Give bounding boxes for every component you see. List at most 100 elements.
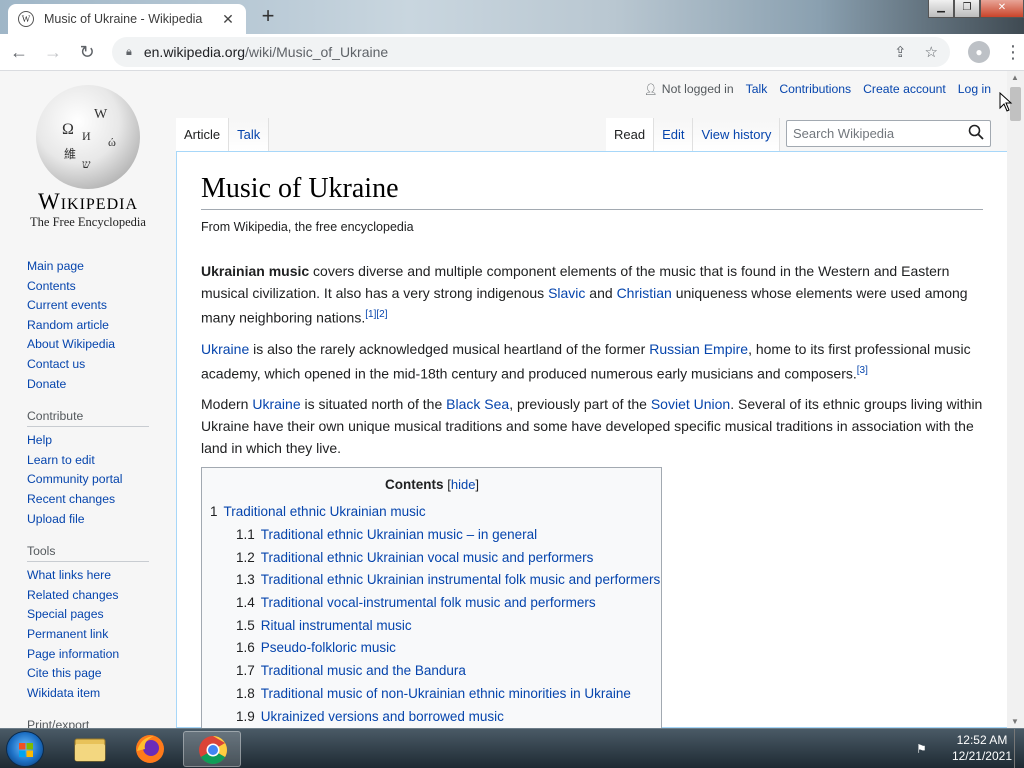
toc-item[interactable]: 1.1 Traditional ethnic Ukrainian music – … bbox=[210, 524, 654, 547]
link-russian-empire[interactable]: Russian Empire bbox=[649, 341, 748, 357]
tab-edit[interactable]: Edit bbox=[654, 118, 694, 151]
toc-link[interactable]: Traditional music of non-Ukrainian ethni… bbox=[261, 686, 631, 701]
toc-item[interactable]: 1.3 Traditional ethnic Ukrainian instrume… bbox=[210, 569, 660, 592]
sidebar-item-upload-file[interactable]: Upload file bbox=[27, 510, 152, 530]
clock-time: 12:52 AM bbox=[956, 733, 1008, 747]
sidebar-item-help[interactable]: Help bbox=[27, 431, 152, 451]
scroll-down-arrow-icon[interactable]: ▼ bbox=[1011, 717, 1019, 726]
toc-item[interactable]: 1.6 Pseudo-folkloric music bbox=[210, 637, 654, 660]
user-icon: 👤︎ bbox=[643, 84, 658, 96]
log-in-link[interactable]: Log in bbox=[958, 82, 991, 96]
url-text[interactable]: en.wikipedia.org/wiki/Music_of_Ukraine bbox=[144, 44, 388, 60]
toc-link[interactable]: Traditional ethnic Ukrainian music bbox=[224, 504, 426, 519]
system-clock[interactable]: 12:52 AM 12/21/2021 bbox=[952, 732, 1012, 764]
sidebar-item-permanent-link[interactable]: Permanent link bbox=[27, 625, 152, 645]
taskbar-file-explorer[interactable] bbox=[60, 731, 118, 767]
toc-link[interactable]: Traditional ethnic Ukrainian music – in … bbox=[261, 527, 537, 542]
show-desktop-button[interactable] bbox=[1014, 729, 1024, 768]
toc-link[interactable]: Pseudo-folkloric music bbox=[261, 640, 396, 655]
not-logged-in-label: Not logged in bbox=[661, 82, 734, 96]
scroll-up-arrow-icon[interactable]: ▲ bbox=[1011, 73, 1019, 82]
action-center-flag-icon[interactable]: ⚑ bbox=[916, 742, 932, 756]
sidebar-item-page-information[interactable]: Page information bbox=[27, 645, 152, 665]
toc-hide-link[interactable]: hide bbox=[451, 477, 476, 492]
minimize-button[interactable]: ▁ bbox=[928, 0, 954, 18]
tab-read[interactable]: Read bbox=[606, 118, 655, 151]
sidebar-item-current-events[interactable]: Current events bbox=[27, 296, 152, 316]
tagline: The Free Encyclopedia bbox=[30, 215, 146, 229]
forward-arrow-icon[interactable]: → bbox=[38, 37, 68, 67]
ref-2[interactable]: [2] bbox=[376, 309, 387, 320]
sidebar-item-special-pages[interactable]: Special pages bbox=[27, 605, 152, 625]
tab-article[interactable]: Article bbox=[176, 118, 230, 151]
tab-talk[interactable]: Talk bbox=[229, 118, 270, 151]
sidebar-item-contact[interactable]: Contact us bbox=[27, 355, 152, 375]
toc-item[interactable]: 1 Traditional ethnic Ukrainian music bbox=[210, 501, 654, 524]
talk-link[interactable]: Talk bbox=[746, 82, 768, 96]
windows-logo-icon bbox=[19, 743, 33, 757]
toc-item[interactable]: 1.7 Traditional music and the Bandura bbox=[210, 660, 654, 683]
toc-link[interactable]: Traditional vocal-instrumental folk musi… bbox=[261, 595, 596, 610]
sidebar-item-donate[interactable]: Donate bbox=[27, 375, 152, 395]
sidebar-item-main-page[interactable]: Main page bbox=[27, 257, 152, 277]
link-christian[interactable]: Christian bbox=[617, 285, 672, 301]
ref-1[interactable]: [1] bbox=[365, 309, 376, 320]
sidebar-item-what-links-here[interactable]: What links here bbox=[27, 566, 152, 586]
ref-3[interactable]: [3] bbox=[857, 365, 868, 376]
back-arrow-icon[interactable]: ← bbox=[4, 37, 34, 67]
close-window-button[interactable]: ✕ bbox=[980, 0, 1024, 18]
toc-number: 1.9 bbox=[236, 708, 255, 724]
sidebar-item-random-article[interactable]: Random article bbox=[27, 316, 152, 336]
sidebar-item-cite-this-page[interactable]: Cite this page bbox=[27, 664, 152, 684]
page-scrollbar[interactable]: ▲ ▼ bbox=[1007, 71, 1024, 728]
search-input[interactable]: Search Wikipedia bbox=[786, 120, 991, 147]
sidebar-heading-contribute: Contribute bbox=[27, 409, 149, 428]
toc-number: 1.2 bbox=[236, 549, 255, 565]
address-bar[interactable]: 🔒︎ en.wikipedia.org/wiki/Music_of_Ukrain… bbox=[112, 37, 950, 67]
bookmark-star-icon[interactable]: ☆ bbox=[925, 43, 938, 61]
sidebar-item-contents[interactable]: Contents bbox=[27, 277, 152, 297]
firefox-icon bbox=[136, 735, 164, 763]
profile-avatar-icon[interactable]: ● bbox=[968, 41, 990, 63]
browser-menu-icon[interactable]: ⋮ bbox=[1004, 42, 1022, 63]
browser-tab[interactable]: W Music of Ukraine - Wikipedia ✕ bbox=[8, 4, 246, 34]
toc-item[interactable]: 1.4 Traditional vocal-instrumental folk m… bbox=[210, 592, 654, 615]
sidebar-item-related-changes[interactable]: Related changes bbox=[27, 586, 152, 606]
create-account-link[interactable]: Create account bbox=[863, 82, 946, 96]
toc-item[interactable]: 1.2 Traditional ethnic Ukrainian vocal mu… bbox=[210, 547, 654, 570]
link-slavic[interactable]: Slavic bbox=[548, 285, 585, 301]
taskbar-firefox[interactable] bbox=[121, 731, 179, 767]
toc-item[interactable]: 1.8 Traditional music of non-Ukrainian et… bbox=[210, 683, 654, 706]
sidebar-item-learn-to-edit[interactable]: Learn to edit bbox=[27, 451, 152, 471]
toc-item[interactable]: 1.9 Ukrainized versions and borrowed musi… bbox=[210, 706, 654, 729]
link-ukraine-2[interactable]: Ukraine bbox=[252, 396, 300, 412]
toc-link[interactable]: Traditional music and the Bandura bbox=[261, 663, 466, 678]
tab-close-icon[interactable]: ✕ bbox=[220, 11, 236, 28]
tab-view-history[interactable]: View history bbox=[693, 118, 781, 151]
taskbar-chrome[interactable] bbox=[183, 731, 241, 767]
link-black-sea[interactable]: Black Sea bbox=[446, 396, 509, 412]
p3-text-0: Modern bbox=[201, 396, 253, 413]
link-ukraine[interactable]: Ukraine bbox=[201, 341, 249, 357]
sidebar-item-about[interactable]: About Wikipedia bbox=[27, 335, 152, 355]
sidebar-item-community-portal[interactable]: Community portal bbox=[27, 470, 152, 490]
contributions-link[interactable]: Contributions bbox=[779, 82, 851, 96]
page-title: Music of Ukraine bbox=[201, 173, 983, 210]
toc-number: 1.3 bbox=[236, 572, 255, 588]
maximize-button[interactable]: ❐ bbox=[954, 0, 980, 18]
sidebar-item-wikidata-item[interactable]: Wikidata item bbox=[27, 684, 152, 704]
start-button[interactable] bbox=[6, 731, 44, 767]
link-soviet-union[interactable]: Soviet Union bbox=[651, 396, 730, 412]
wikipedia-logo[interactable]: Ω W И 維 ώ ש Wikipedia The Free Encyclope… bbox=[28, 85, 148, 230]
toc-item[interactable]: 1.5 Ritual instrumental music bbox=[210, 615, 654, 638]
search-icon[interactable] bbox=[968, 124, 984, 140]
toc-link[interactable]: Traditional ethnic Ukrainian instrumenta… bbox=[261, 572, 660, 587]
reload-icon[interactable]: ↻ bbox=[72, 37, 102, 67]
toc-link[interactable]: Ritual instrumental music bbox=[261, 618, 412, 633]
toc-link[interactable]: Ukrainized versions and borrowed music bbox=[261, 709, 504, 724]
share-icon[interactable]: ⇪ bbox=[894, 43, 907, 61]
lock-icon[interactable]: 🔒︎ bbox=[126, 46, 132, 59]
sidebar-item-recent-changes[interactable]: Recent changes bbox=[27, 490, 152, 510]
toc-link[interactable]: Traditional ethnic Ukrainian vocal music… bbox=[261, 550, 594, 565]
new-tab-button[interactable]: + bbox=[255, 5, 281, 28]
